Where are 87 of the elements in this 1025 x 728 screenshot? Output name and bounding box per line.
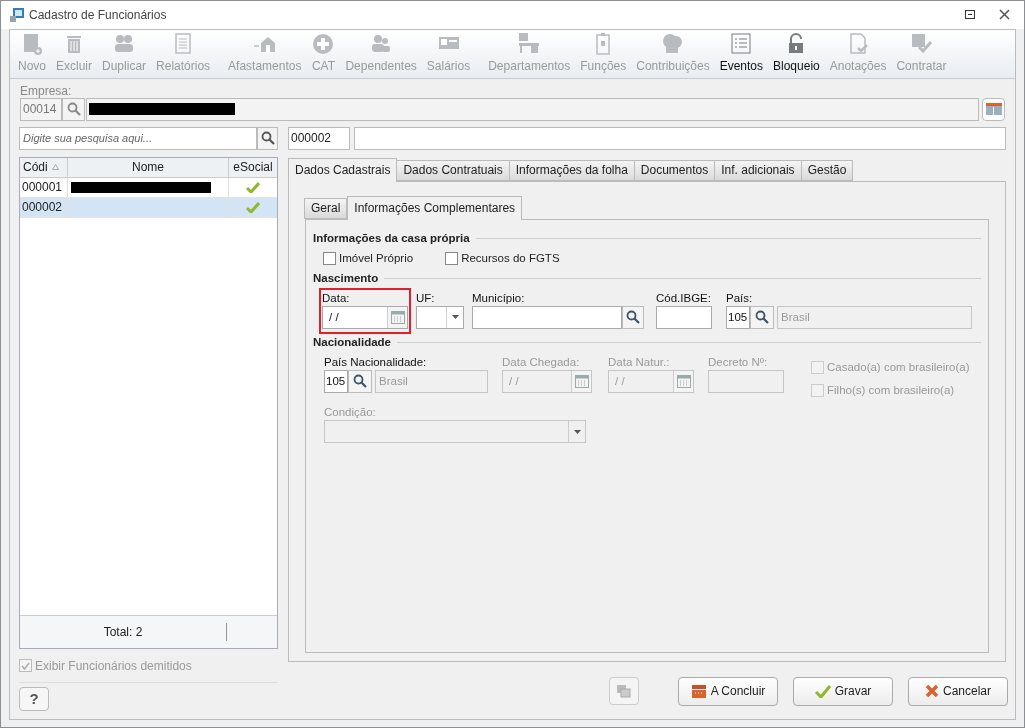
field-label: País Nacionalidade: (324, 354, 428, 370)
input-field: Brasil (375, 369, 488, 393)
total-count: Total: 2 (20, 622, 227, 641)
action-button[interactable]: A Concluir (678, 676, 778, 706)
window-title: Cadastro de Funcionários (29, 6, 167, 24)
section-title: Informações da casa própria (313, 231, 470, 247)
close-icon (925, 684, 939, 699)
search-field[interactable]: Digite sua pesquisa aqui... (19, 126, 257, 150)
dropdown[interactable] (416, 305, 464, 329)
grid-row[interactable]: 000002 (20, 197, 277, 218)
field-label: País: (726, 290, 754, 306)
close-icon[interactable] (999, 9, 1010, 21)
toolbar-icon (909, 31, 934, 56)
company-code-field: 00014 (20, 97, 62, 121)
search-button[interactable] (62, 97, 85, 121)
checkbox-label: Filho(s) com brasileiro(a) (827, 383, 955, 399)
search-icon (626, 310, 640, 325)
copy-button[interactable] (609, 677, 639, 706)
field-label: UF: (416, 290, 436, 306)
search-icon (353, 374, 367, 389)
search-icon (66, 102, 81, 117)
input-field[interactable]: 105 (726, 305, 750, 329)
field-label: Município: (472, 290, 526, 306)
input-field[interactable]: 105 (324, 369, 348, 393)
field-label: Data Chegada: (502, 354, 581, 370)
input-field[interactable] (656, 305, 712, 329)
action-button[interactable]: Gravar (793, 676, 893, 706)
search-button[interactable] (257, 126, 278, 150)
checkbox-label: Exibir Funcionários demitidos (35, 657, 192, 675)
tab[interactable]: Informações Complementares (347, 195, 523, 220)
field-label: Decreto Nº: (708, 354, 769, 370)
pages-icon (616, 684, 632, 699)
column-header[interactable]: Nome (68, 157, 229, 177)
calendar-icon (574, 374, 589, 388)
app-icon (9, 6, 25, 23)
check-icon (814, 684, 831, 698)
tab[interactable]: Documentos (633, 159, 716, 181)
search-icon (260, 131, 275, 146)
date-field[interactable]: / / (322, 305, 408, 329)
input-field[interactable] (472, 305, 622, 329)
calendar-icon (390, 310, 405, 324)
field-label: Condição: (324, 405, 377, 421)
tab[interactable]: Dados Contratuais (396, 159, 510, 181)
restore-icon[interactable] (965, 10, 975, 20)
search-button[interactable] (348, 369, 372, 393)
tab[interactable]: Geral (304, 197, 348, 219)
checkbox[interactable] (323, 252, 336, 266)
tab[interactable]: Inf. adicionais (714, 159, 802, 181)
sort-icon (51, 164, 59, 171)
checkbox-label: Casado(a) com brasileiro(a) (827, 359, 970, 375)
section-title: Nascimento (313, 271, 379, 287)
calendar-icon (676, 374, 691, 388)
field-label: Data Natur.: (608, 354, 671, 370)
checkbox-label: Recursos do FGTS (461, 251, 560, 267)
table-cell: 000001 (20, 177, 68, 197)
checkbox[interactable] (445, 252, 459, 266)
field-label: Data: (322, 290, 351, 306)
section-title: Nacionalidade (313, 335, 391, 351)
caret-icon (451, 315, 459, 320)
calendar-button[interactable] (982, 97, 1005, 121)
grid-row[interactable]: 000001 (20, 177, 277, 198)
caret-icon (573, 429, 581, 434)
toolbar-icon (517, 31, 542, 56)
table-cell: 000002 (20, 197, 68, 217)
checkbox-label: Imóvel Próprio (339, 251, 414, 267)
field-label: Cód.IBGE: (656, 290, 712, 306)
tab[interactable]: Dados Cadastrais (288, 157, 398, 182)
search-icon (755, 310, 769, 325)
record-code-field[interactable]: 000002 (288, 126, 350, 150)
toolbar-icon (660, 31, 685, 56)
help-button[interactable]: ? (19, 686, 49, 711)
search-button[interactable] (622, 305, 644, 329)
toolbar-button[interactable]: Bloqueio (769, 31, 824, 78)
input-field: Brasil (777, 305, 972, 329)
register-icon (690, 683, 707, 700)
toolbar-icon (729, 31, 754, 56)
action-button[interactable]: Cancelar (908, 676, 1008, 706)
tab[interactable]: Gestão (800, 159, 854, 181)
toolbar-icon (311, 31, 336, 56)
panel-icon (985, 103, 1002, 116)
record-name-field[interactable] (354, 126, 1006, 150)
search-button[interactable] (750, 305, 774, 329)
column-header[interactable]: eSocial (229, 157, 277, 177)
tab[interactable]: Informações da folha (508, 159, 635, 181)
field-label: Empresa: (20, 83, 73, 98)
column-header[interactable]: Códi (20, 157, 68, 177)
toolbar-button[interactable]: Eventos (715, 31, 767, 78)
